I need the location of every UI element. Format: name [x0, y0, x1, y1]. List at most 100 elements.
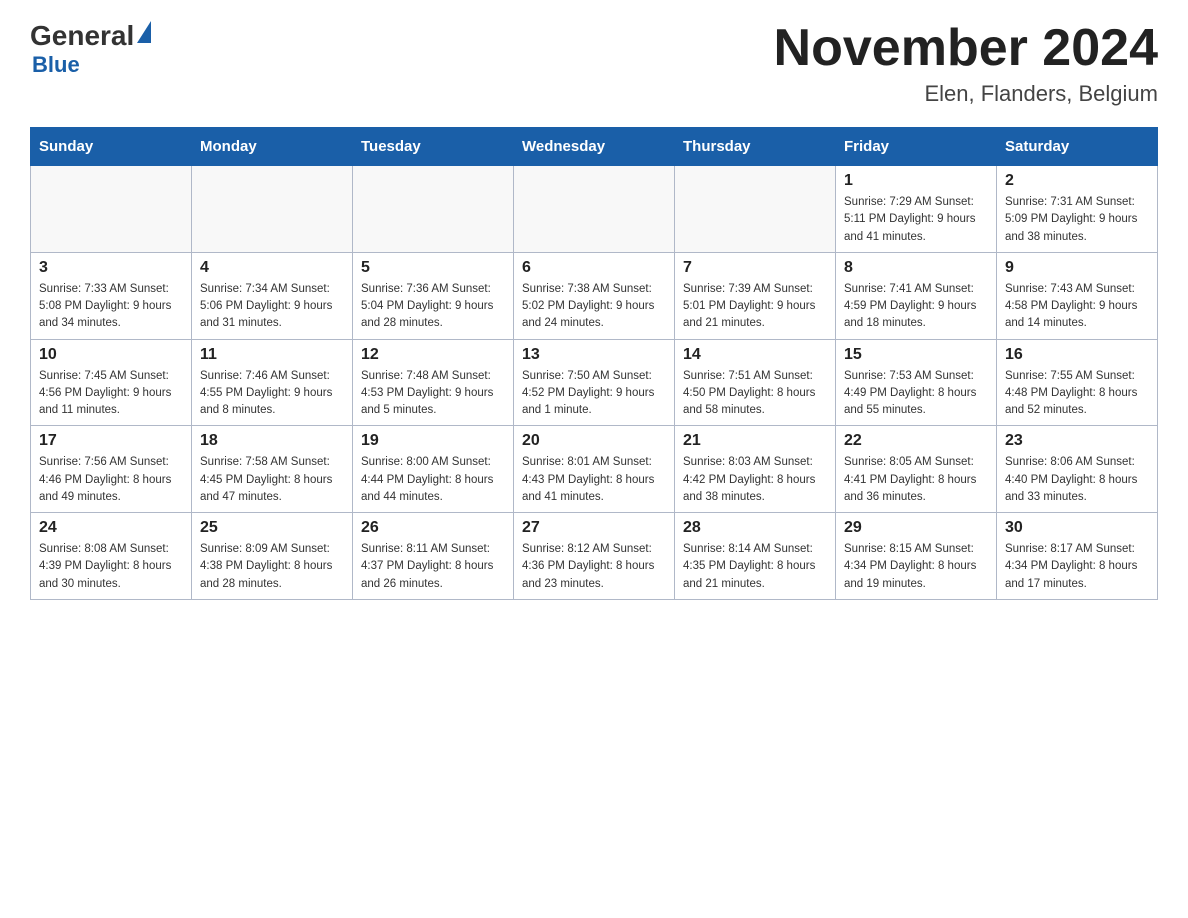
day-number: 1 — [844, 172, 988, 190]
day-number: 12 — [361, 346, 505, 364]
day-info: Sunrise: 7:56 AM Sunset: 4:46 PM Dayligh… — [39, 454, 183, 506]
day-info: Sunrise: 7:38 AM Sunset: 5:02 PM Dayligh… — [522, 281, 666, 333]
day-info: Sunrise: 7:43 AM Sunset: 4:58 PM Dayligh… — [1005, 281, 1149, 333]
day-header-monday: Monday — [192, 128, 353, 166]
calendar-cell: 16 Sunrise: 7:55 AM Sunset: 4:48 PM Dayli… — [997, 339, 1158, 426]
day-info: Sunrise: 7:31 AM Sunset: 5:09 PM Dayligh… — [1005, 194, 1149, 246]
day-header-saturday: Saturday — [997, 128, 1158, 166]
calendar-cell: 29Sunrise: 8:15 AM Sunset: 4:34 PM Dayli… — [836, 513, 997, 600]
calendar-cell: 15 Sunrise: 7:53 AM Sunset: 4:49 PM Dayli… — [836, 339, 997, 426]
calendar-week-row: 1 Sunrise: 7:29 AM Sunset: 5:11 PM Daylig… — [31, 166, 1158, 253]
calendar-cell — [675, 166, 836, 253]
day-number: 3 — [39, 259, 183, 277]
calendar-cell: 24 Sunrise: 8:08 AM Sunset: 4:39 PM Dayli… — [31, 513, 192, 600]
calendar-cell: 28 Sunrise: 8:14 AM Sunset: 4:35 PM Dayli… — [675, 513, 836, 600]
day-number: 18 — [200, 432, 344, 450]
calendar-cell: 19 Sunrise: 8:00 AM Sunset: 4:44 PM Dayli… — [353, 426, 514, 513]
calendar-week-row: 3 Sunrise: 7:33 AM Sunset: 5:08 PM Daylig… — [31, 252, 1158, 339]
calendar-cell: 3 Sunrise: 7:33 AM Sunset: 5:08 PM Daylig… — [31, 252, 192, 339]
calendar-cell: 10 Sunrise: 7:45 AM Sunset: 4:56 PM Dayli… — [31, 339, 192, 426]
day-info: Sunrise: 8:15 AM Sunset: 4:34 PM Dayligh… — [844, 541, 988, 593]
day-info: Sunrise: 7:36 AM Sunset: 5:04 PM Dayligh… — [361, 281, 505, 333]
day-header-thursday: Thursday — [675, 128, 836, 166]
day-number: 15 — [844, 346, 988, 364]
day-number: 22 — [844, 432, 988, 450]
day-header-wednesday: Wednesday — [514, 128, 675, 166]
day-number: 8 — [844, 259, 988, 277]
day-info: Sunrise: 8:17 AM Sunset: 4:34 PM Dayligh… — [1005, 541, 1149, 593]
day-number: 25 — [200, 519, 344, 537]
day-info: Sunrise: 8:08 AM Sunset: 4:39 PM Dayligh… — [39, 541, 183, 593]
calendar-week-row: 10 Sunrise: 7:45 AM Sunset: 4:56 PM Dayli… — [31, 339, 1158, 426]
day-info: Sunrise: 8:01 AM Sunset: 4:43 PM Dayligh… — [522, 454, 666, 506]
logo-triangle-icon — [137, 21, 151, 43]
day-info: Sunrise: 8:03 AM Sunset: 4:42 PM Dayligh… — [683, 454, 827, 506]
day-info: Sunrise: 8:11 AM Sunset: 4:37 PM Dayligh… — [361, 541, 505, 593]
day-info: Sunrise: 7:46 AM Sunset: 4:55 PM Dayligh… — [200, 368, 344, 420]
day-number: 28 — [683, 519, 827, 537]
calendar-cell: 26 Sunrise: 8:11 AM Sunset: 4:37 PM Dayli… — [353, 513, 514, 600]
calendar-cell: 11 Sunrise: 7:46 AM Sunset: 4:55 PM Dayli… — [192, 339, 353, 426]
day-info: Sunrise: 8:00 AM Sunset: 4:44 PM Dayligh… — [361, 454, 505, 506]
header: General Blue November 2024 Elen, Flander… — [30, 20, 1158, 107]
day-number: 2 — [1005, 172, 1149, 190]
day-info: Sunrise: 8:05 AM Sunset: 4:41 PM Dayligh… — [844, 454, 988, 506]
day-info: Sunrise: 7:45 AM Sunset: 4:56 PM Dayligh… — [39, 368, 183, 420]
day-info: Sunrise: 7:58 AM Sunset: 4:45 PM Dayligh… — [200, 454, 344, 506]
day-info: Sunrise: 8:14 AM Sunset: 4:35 PM Dayligh… — [683, 541, 827, 593]
logo-general-text: General — [30, 20, 134, 52]
day-header-sunday: Sunday — [31, 128, 192, 166]
calendar-table: SundayMondayTuesdayWednesdayThursdayFrid… — [30, 127, 1158, 600]
day-number: 14 — [683, 346, 827, 364]
calendar-cell: 9 Sunrise: 7:43 AM Sunset: 4:58 PM Daylig… — [997, 252, 1158, 339]
day-info: Sunrise: 7:39 AM Sunset: 5:01 PM Dayligh… — [683, 281, 827, 333]
calendar-week-row: 17Sunrise: 7:56 AM Sunset: 4:46 PM Dayli… — [31, 426, 1158, 513]
day-number: 10 — [39, 346, 183, 364]
calendar-header-row: SundayMondayTuesdayWednesdayThursdayFrid… — [31, 128, 1158, 166]
day-info: Sunrise: 7:51 AM Sunset: 4:50 PM Dayligh… — [683, 368, 827, 420]
calendar-cell — [31, 166, 192, 253]
title-area: November 2024 Elen, Flanders, Belgium — [774, 20, 1158, 107]
calendar-cell: 20 Sunrise: 8:01 AM Sunset: 4:43 PM Dayli… — [514, 426, 675, 513]
day-number: 5 — [361, 259, 505, 277]
calendar-cell: 23Sunrise: 8:06 AM Sunset: 4:40 PM Dayli… — [997, 426, 1158, 513]
day-number: 19 — [361, 432, 505, 450]
day-info: Sunrise: 7:50 AM Sunset: 4:52 PM Dayligh… — [522, 368, 666, 420]
calendar-cell: 8 Sunrise: 7:41 AM Sunset: 4:59 PM Daylig… — [836, 252, 997, 339]
logo: General Blue — [30, 20, 151, 78]
day-info: Sunrise: 7:29 AM Sunset: 5:11 PM Dayligh… — [844, 194, 988, 246]
day-number: 4 — [200, 259, 344, 277]
day-info: Sunrise: 7:55 AM Sunset: 4:48 PM Dayligh… — [1005, 368, 1149, 420]
day-info: Sunrise: 7:53 AM Sunset: 4:49 PM Dayligh… — [844, 368, 988, 420]
calendar-cell: 2 Sunrise: 7:31 AM Sunset: 5:09 PM Daylig… — [997, 166, 1158, 253]
calendar-cell: 14 Sunrise: 7:51 AM Sunset: 4:50 PM Dayli… — [675, 339, 836, 426]
calendar-title: November 2024 — [774, 20, 1158, 77]
day-number: 26 — [361, 519, 505, 537]
day-number: 20 — [522, 432, 666, 450]
day-number: 16 — [1005, 346, 1149, 364]
day-number: 11 — [200, 346, 344, 364]
day-info: Sunrise: 8:09 AM Sunset: 4:38 PM Dayligh… — [200, 541, 344, 593]
day-info: Sunrise: 7:33 AM Sunset: 5:08 PM Dayligh… — [39, 281, 183, 333]
calendar-week-row: 24 Sunrise: 8:08 AM Sunset: 4:39 PM Dayli… — [31, 513, 1158, 600]
day-number: 9 — [1005, 259, 1149, 277]
calendar-cell: 6 Sunrise: 7:38 AM Sunset: 5:02 PM Daylig… — [514, 252, 675, 339]
day-number: 6 — [522, 259, 666, 277]
day-header-tuesday: Tuesday — [353, 128, 514, 166]
calendar-subtitle: Elen, Flanders, Belgium — [774, 81, 1158, 107]
day-header-friday: Friday — [836, 128, 997, 166]
day-number: 30 — [1005, 519, 1149, 537]
day-info: Sunrise: 7:48 AM Sunset: 4:53 PM Dayligh… — [361, 368, 505, 420]
day-info: Sunrise: 7:41 AM Sunset: 4:59 PM Dayligh… — [844, 281, 988, 333]
calendar-cell — [353, 166, 514, 253]
day-info: Sunrise: 8:12 AM Sunset: 4:36 PM Dayligh… — [522, 541, 666, 593]
calendar-cell — [192, 166, 353, 253]
calendar-cell: 1 Sunrise: 7:29 AM Sunset: 5:11 PM Daylig… — [836, 166, 997, 253]
calendar-cell: 7Sunrise: 7:39 AM Sunset: 5:01 PM Daylig… — [675, 252, 836, 339]
day-number: 27 — [522, 519, 666, 537]
day-number: 24 — [39, 519, 183, 537]
calendar-cell: 12 Sunrise: 7:48 AM Sunset: 4:53 PM Dayli… — [353, 339, 514, 426]
day-number: 21 — [683, 432, 827, 450]
calendar-cell: 21 Sunrise: 8:03 AM Sunset: 4:42 PM Dayli… — [675, 426, 836, 513]
calendar-cell: 25 Sunrise: 8:09 AM Sunset: 4:38 PM Dayli… — [192, 513, 353, 600]
